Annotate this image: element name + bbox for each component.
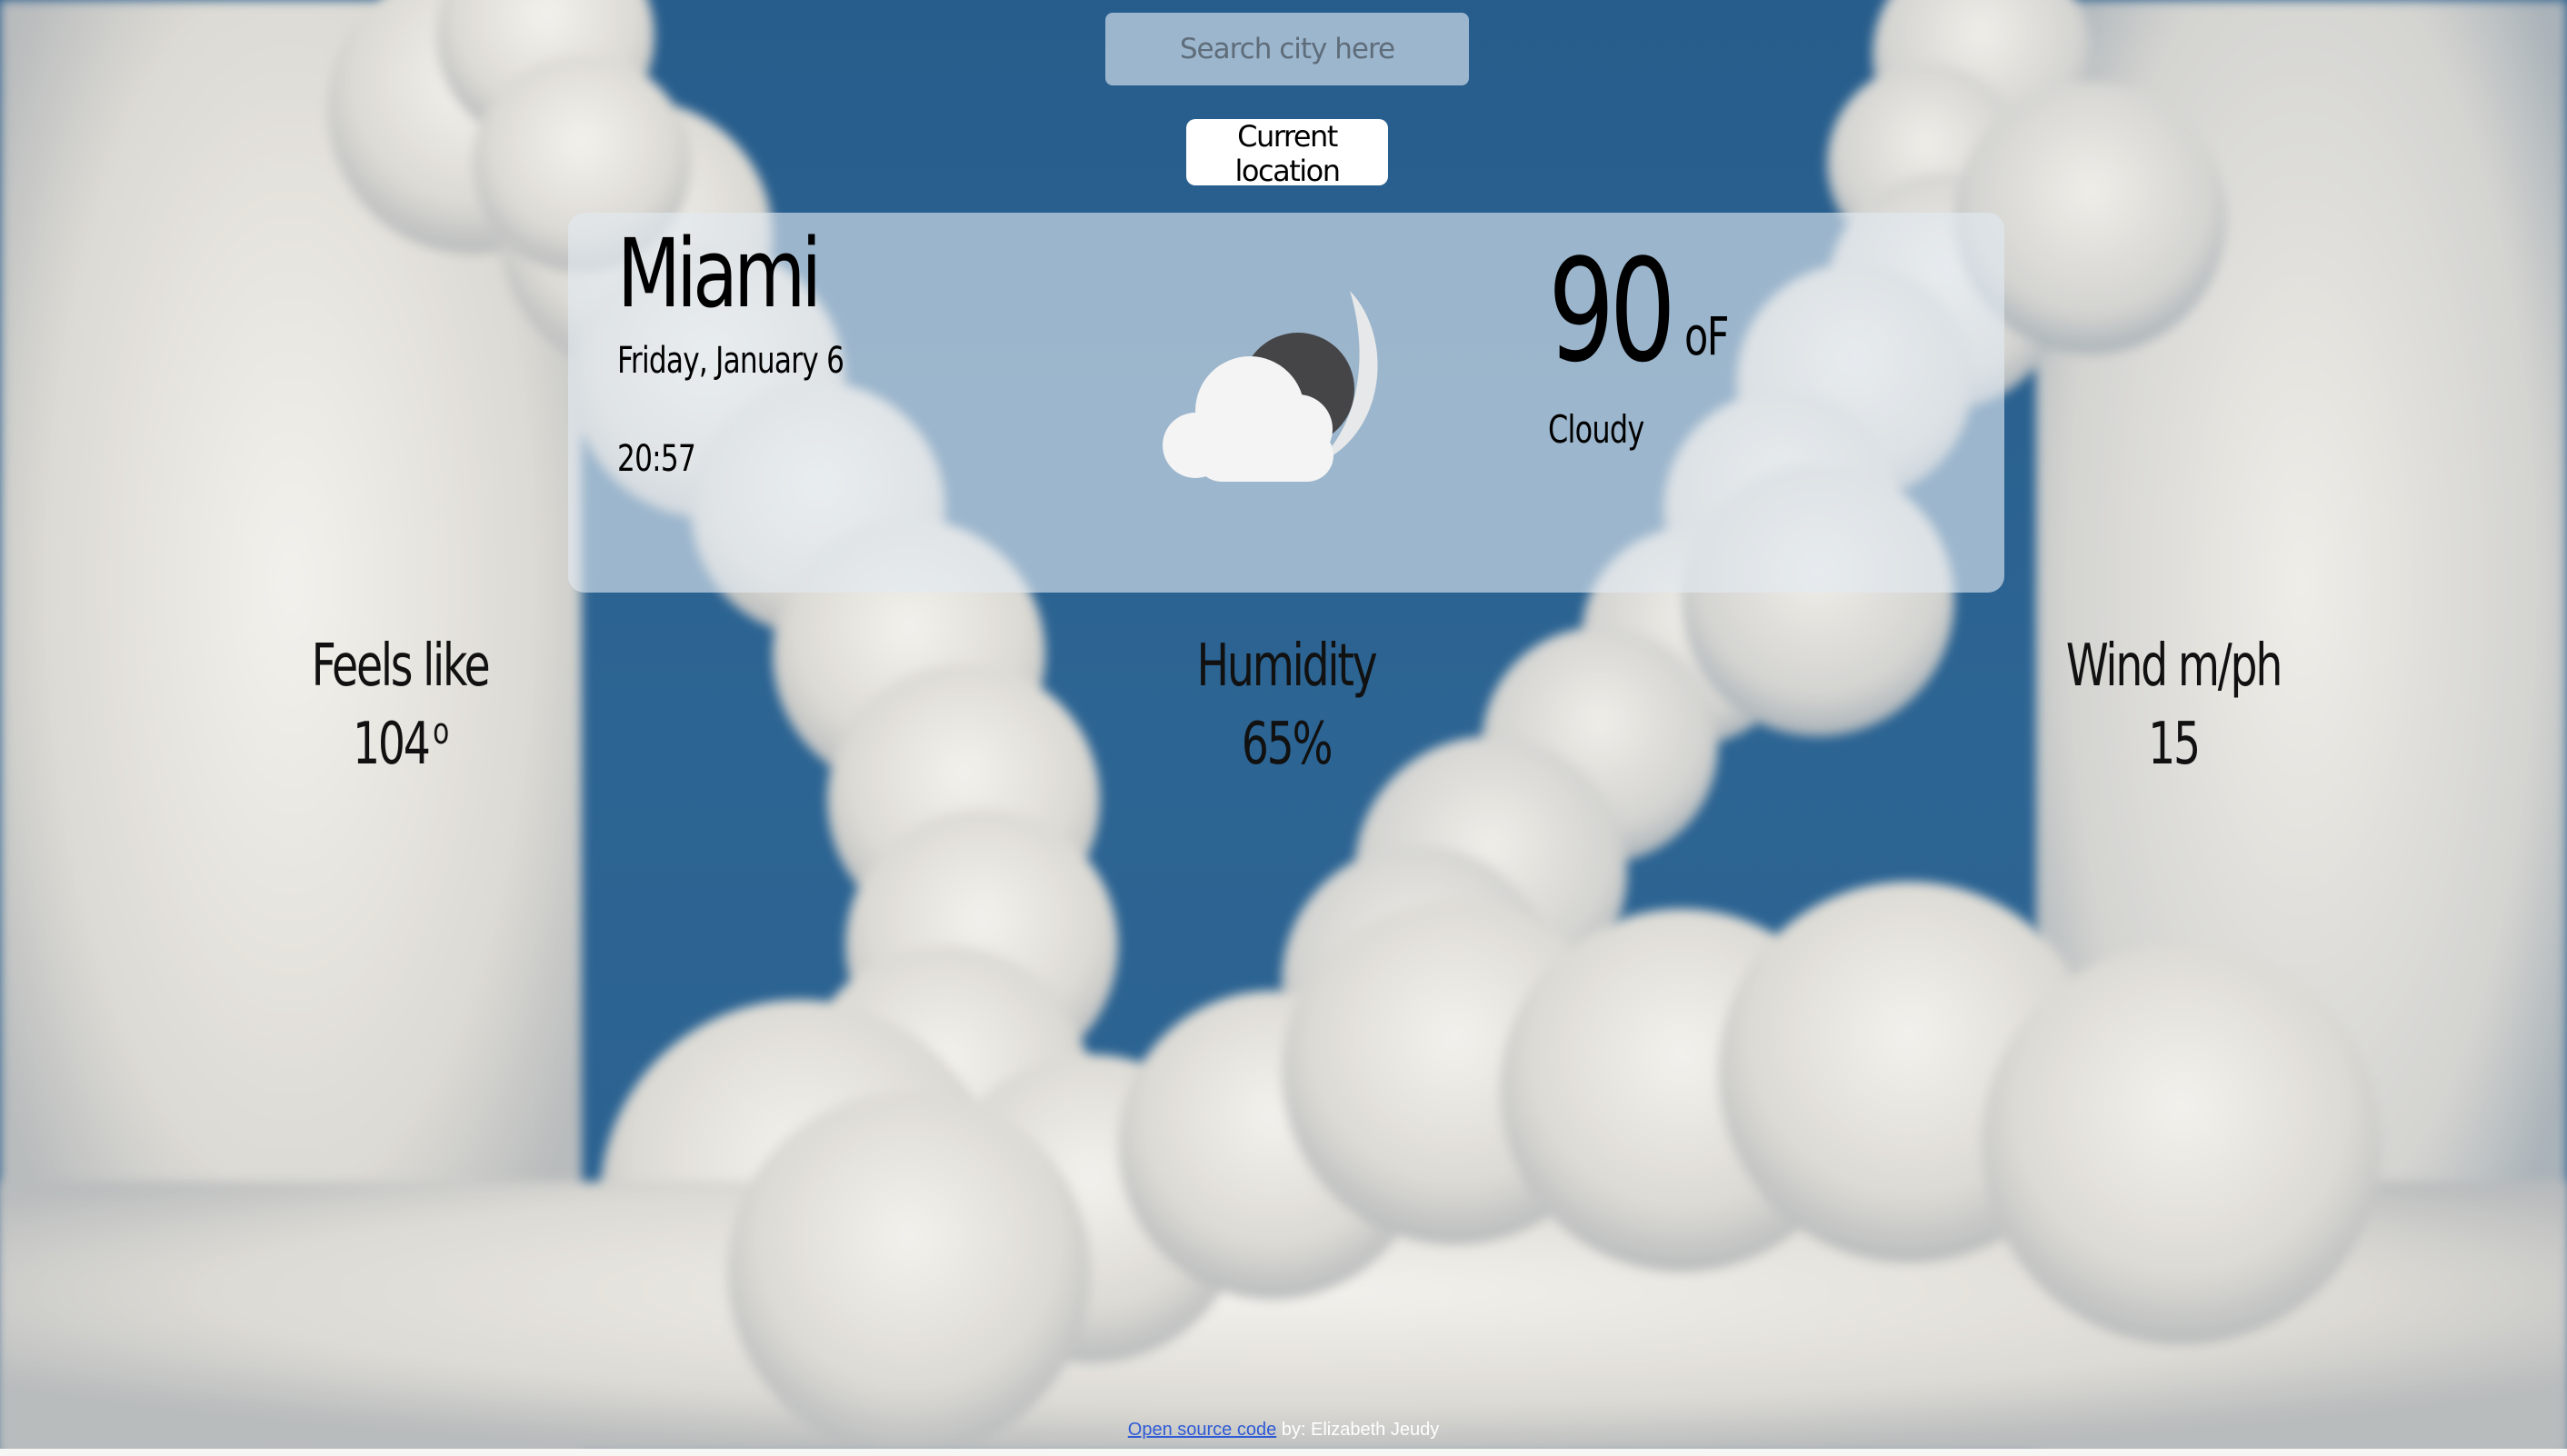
wind-value: 15 xyxy=(2148,711,2201,778)
wind-label: Wind m/ph xyxy=(2065,633,2282,700)
humidity-stat: Humidity 65% xyxy=(1104,627,1468,783)
author-credit: by: Elizabeth Jeudy xyxy=(1276,1420,1440,1440)
current-time: 20:57 xyxy=(617,438,696,480)
temperature-unit: oF xyxy=(1684,305,1729,367)
cloudy-night-icon xyxy=(1132,284,1386,484)
humidity-value: 65% xyxy=(1241,711,1333,778)
search-input[interactable] xyxy=(1105,13,1469,85)
city-name: Miami xyxy=(617,218,822,329)
feels-like-label: Feels like xyxy=(311,633,491,700)
weather-card: Miami Friday, January 6 20:57 90 oF Clou… xyxy=(568,213,2004,593)
degree-symbol: o xyxy=(433,711,449,753)
weather-description: Cloudy xyxy=(1548,407,1644,452)
humidity-label: Humidity xyxy=(1196,633,1378,700)
temperature-value: 90 xyxy=(1548,228,1676,394)
current-location-button[interactable]: Current location xyxy=(1186,119,1388,188)
feels-like-value-row: 104 o xyxy=(265,705,534,783)
wind-stat: Wind m/ph 15 xyxy=(1992,627,2355,783)
current-date: Friday, January 6 xyxy=(617,340,844,382)
feels-like-value: 104 xyxy=(352,711,431,778)
footer: Open source code by: Elizabeth Jeudy xyxy=(0,1420,2567,1441)
feels-like-stat: Feels like 104 o xyxy=(218,627,582,783)
temperature-display: 90 oF xyxy=(1548,228,1729,394)
bottom-edge xyxy=(0,1449,2567,1456)
open-source-link[interactable]: Open source code xyxy=(1128,1420,1276,1440)
